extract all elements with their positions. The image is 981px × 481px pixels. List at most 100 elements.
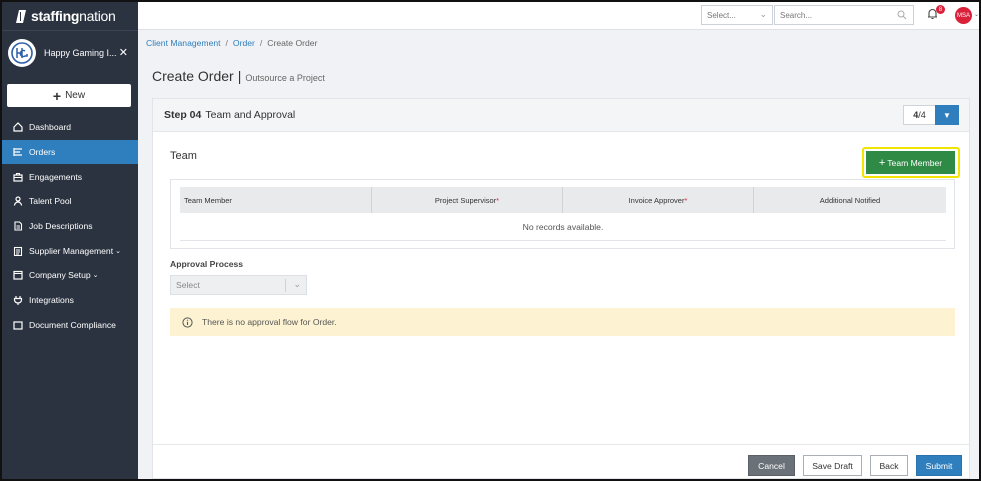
logo-mark-icon <box>16 9 26 23</box>
sidebar-item-dashboard[interactable]: Dashboard <box>2 115 138 140</box>
step-header: Step 04 Team and Approval <box>153 99 969 132</box>
breadcrumb-separator: / <box>259 38 263 48</box>
breadcrumb-order[interactable]: Order <box>233 38 255 48</box>
step-card: Step 04 Team and Approval 4/4 ▼ Team + T… <box>152 98 970 479</box>
team-section-title: Team <box>170 150 197 162</box>
approval-process-label: Approval Process <box>170 259 244 269</box>
client-logo-icon <box>11 41 33 64</box>
notification-badge: 8 <box>936 5 945 14</box>
global-select-placeholder: Select... <box>707 10 736 20</box>
user-avatar[interactable]: MSA <box>955 7 972 24</box>
search-input[interactable]: Search... <box>774 5 914 25</box>
sidebar-item-label: Integrations <box>29 295 74 306</box>
plus-icon: + <box>52 87 62 104</box>
sidebar-item-label: Engagements <box>29 171 83 182</box>
person-icon <box>12 196 23 207</box>
sidebar: staffing nation Happy Gaming I... ✕ + New… <box>2 2 138 479</box>
caret-down-icon: ▼ <box>943 110 951 120</box>
list-icon <box>12 147 23 158</box>
approval-notice: There is no approval flow for Order. <box>170 308 955 336</box>
column-team-member[interactable]: Team Member <box>180 187 372 213</box>
briefcase-icon <box>12 171 23 182</box>
submit-button[interactable]: Submit <box>916 455 962 476</box>
close-icon[interactable]: ✕ <box>119 46 128 59</box>
global-select[interactable]: Select... ⌄ <box>701 5 773 25</box>
empty-state: No records available. <box>180 213 946 241</box>
sidebar-item-document-compliance[interactable]: Document Compliance <box>2 313 138 338</box>
back-button[interactable]: Back <box>870 455 908 476</box>
column-invoice-approver[interactable]: Invoice Approver * <box>563 187 754 213</box>
column-label: Additional Notified <box>819 195 881 205</box>
table-header: Team Member Project Supervisor * Invoice … <box>180 187 946 213</box>
folder-icon <box>12 319 23 330</box>
form-footer: Cancel Save Draft Back Submit <box>153 444 969 478</box>
title-divider: | <box>237 68 242 84</box>
breadcrumb-separator: / <box>225 38 228 48</box>
chevron-down-icon: ⌄ <box>759 9 767 19</box>
sidebar-item-talent-pool[interactable]: Talent Pool <box>2 189 138 214</box>
brand-name-light: nation <box>79 8 116 24</box>
column-additional-notified[interactable]: Additional Notified <box>754 187 946 213</box>
breadcrumb-client-management[interactable]: Client Management <box>146 38 221 48</box>
approval-process-select[interactable]: Select ⌄ <box>170 275 307 295</box>
cancel-button[interactable]: Cancel <box>748 455 795 476</box>
breadcrumb: Client Management / Order / Create Order <box>146 38 317 48</box>
new-button-label: New <box>65 90 86 101</box>
sidebar-item-label: Supplier Management <box>29 245 114 256</box>
sidebar-item-integrations[interactable]: Integrations <box>2 288 138 313</box>
plug-icon <box>12 295 23 306</box>
column-label: Project Supervisor <box>434 195 497 205</box>
add-team-member-button[interactable]: + Team Member <box>866 151 955 174</box>
home-icon <box>12 122 23 133</box>
document-icon <box>12 221 23 232</box>
app-window: staffing nation Happy Gaming I... ✕ + New… <box>0 0 981 481</box>
client-avatar <box>8 38 36 67</box>
column-project-supervisor[interactable]: Project Supervisor * <box>372 187 563 213</box>
search-placeholder: Search... <box>780 10 813 20</box>
sidebar-item-company-setup[interactable]: Company Setup ⌄ <box>2 263 138 288</box>
sidebar-item-label: Job Descriptions <box>29 221 93 232</box>
select-divider <box>285 279 286 292</box>
page-title-text: Create Order <box>152 68 234 84</box>
brand-logo[interactable]: staffing nation <box>2 2 138 30</box>
chevron-down-icon: ⌄ <box>92 272 99 280</box>
window-icon <box>12 270 23 281</box>
required-mark: * <box>684 195 688 205</box>
new-button[interactable]: + New <box>7 84 131 107</box>
sidebar-item-label: Dashboard <box>29 122 72 133</box>
chevron-down-icon[interactable]: ⌄ <box>974 11 979 18</box>
step-title: Team and Approval <box>205 109 296 121</box>
sidebar-item-engagements[interactable]: Engagements <box>2 164 138 189</box>
save-draft-button[interactable]: Save Draft <box>803 455 862 476</box>
step-number: Step 04 <box>164 109 202 121</box>
sidebar-item-label: Orders <box>29 147 56 158</box>
chevron-down-icon: ⌄ <box>293 279 301 289</box>
clipboard-icon <box>12 245 23 256</box>
info-icon <box>182 316 193 328</box>
sidebar-item-orders[interactable]: Orders <box>2 139 138 165</box>
column-label: Invoice Approver <box>628 195 685 205</box>
team-table: Team Member Project Supervisor * Invoice … <box>170 179 955 249</box>
sidebar-item-label: Document Compliance <box>29 319 116 330</box>
topbar: Select... ⌄ Search... 8 MSA ⌄ <box>138 2 979 30</box>
plus-icon: + <box>878 156 886 169</box>
required-mark: * <box>496 195 500 205</box>
add-team-member-label: Team Member <box>887 157 943 168</box>
sidebar-item-job-descriptions[interactable]: Job Descriptions <box>2 214 138 239</box>
search-icon[interactable] <box>897 10 907 20</box>
client-switcher[interactable]: Happy Gaming I... ✕ <box>2 30 138 74</box>
step-toggle-button[interactable]: ▼ <box>935 105 959 125</box>
approval-select-value: Select <box>176 280 200 290</box>
sidebar-item-label: Company Setup <box>29 270 91 281</box>
step-counter: 4/4 <box>903 105 936 125</box>
brand-name-bold: staffing <box>31 8 80 24</box>
sidebar-item-supplier-management[interactable]: Supplier Management ⌄ <box>2 238 138 263</box>
page-title: Create Order | Outsource a Project <box>152 68 325 84</box>
chevron-down-icon: ⌄ <box>115 247 121 255</box>
page-subtitle: Outsource a Project <box>245 73 325 83</box>
column-label: Team Member <box>184 195 232 205</box>
approval-notice-text: There is no approval flow for Order. <box>202 317 337 327</box>
client-name: Happy Gaming I... <box>44 47 117 58</box>
step-total: /4 <box>918 110 926 120</box>
sidebar-item-label: Talent Pool <box>29 196 72 207</box>
